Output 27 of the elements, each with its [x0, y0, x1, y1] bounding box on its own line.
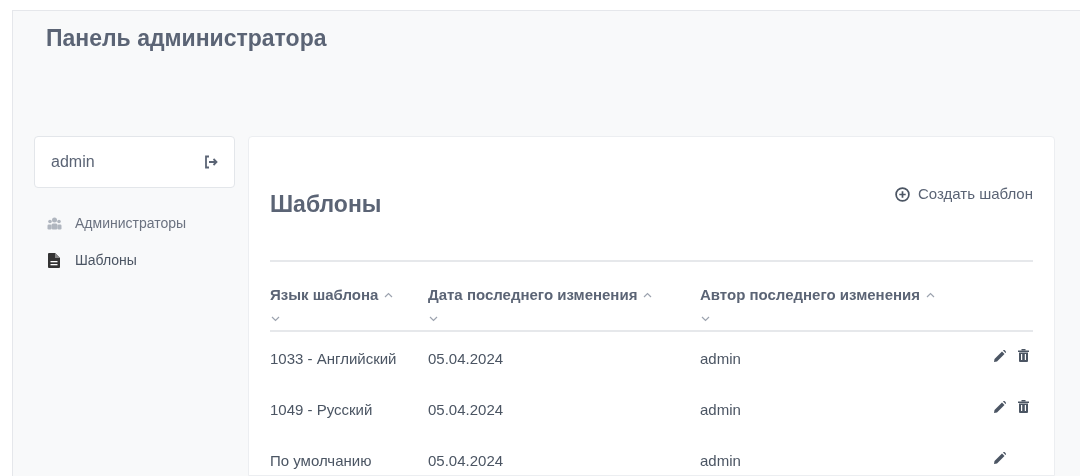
table-cell: admin — [700, 452, 741, 470]
table-cell: 05.04.2024 — [428, 350, 504, 368]
sidebar-item[interactable]: Шаблоны — [46, 250, 235, 271]
user-name: admin — [51, 152, 95, 172]
document-icon — [46, 253, 62, 268]
logout-icon[interactable] — [204, 155, 218, 169]
sidebar-item[interactable]: Администраторы — [46, 213, 235, 234]
pencil-icon[interactable] — [994, 451, 1006, 464]
plus-circle-icon — [895, 186, 910, 202]
trash-icon[interactable] — [1018, 349, 1029, 362]
trash-icon[interactable] — [1018, 400, 1029, 413]
section-title: Шаблоны — [270, 190, 382, 219]
pencil-icon[interactable] — [994, 349, 1006, 362]
table-cell: По умолчанию — [270, 452, 372, 470]
table-cell: admin — [700, 401, 741, 419]
people-icon — [46, 217, 62, 230]
table-cell: 05.04.2024 — [428, 401, 504, 419]
column-header[interactable]: Язык шаблона — [270, 283, 379, 306]
pencil-icon[interactable] — [994, 400, 1006, 413]
table-cell: 1049 - Русский — [270, 401, 373, 419]
table-cell: admin — [700, 350, 741, 368]
create-template-button[interactable]: Создать шаблон — [895, 183, 1033, 206]
column-header[interactable]: Дата последнего изменения — [428, 283, 638, 306]
page-title: Панель администратора — [46, 24, 328, 53]
table-cell: 1033 - Английский — [270, 350, 397, 368]
column-header[interactable]: Автор последнего изменения — [700, 283, 921, 306]
table-cell: 05.04.2024 — [428, 452, 504, 470]
